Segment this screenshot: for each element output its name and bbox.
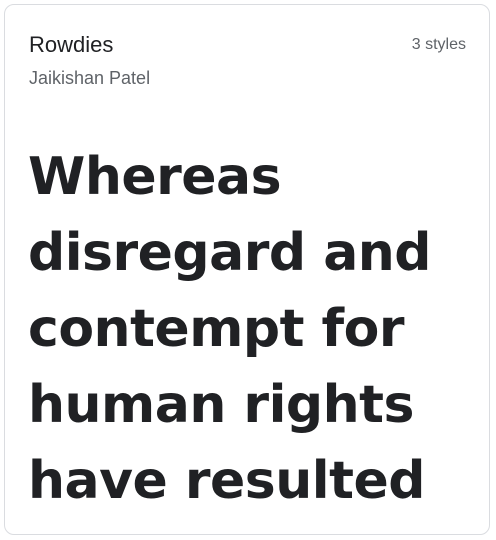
font-card[interactable]: Rowdies 3 styles Jaikishan Patel Whereas… <box>4 4 490 535</box>
designer-name: Jaikishan Patel <box>29 68 151 88</box>
styles-count: 3 styles <box>411 36 466 53</box>
font-name[interactable]: Rowdies <box>29 31 113 59</box>
font-sample-text: Whereas disregard and contempt for human… <box>28 147 432 511</box>
